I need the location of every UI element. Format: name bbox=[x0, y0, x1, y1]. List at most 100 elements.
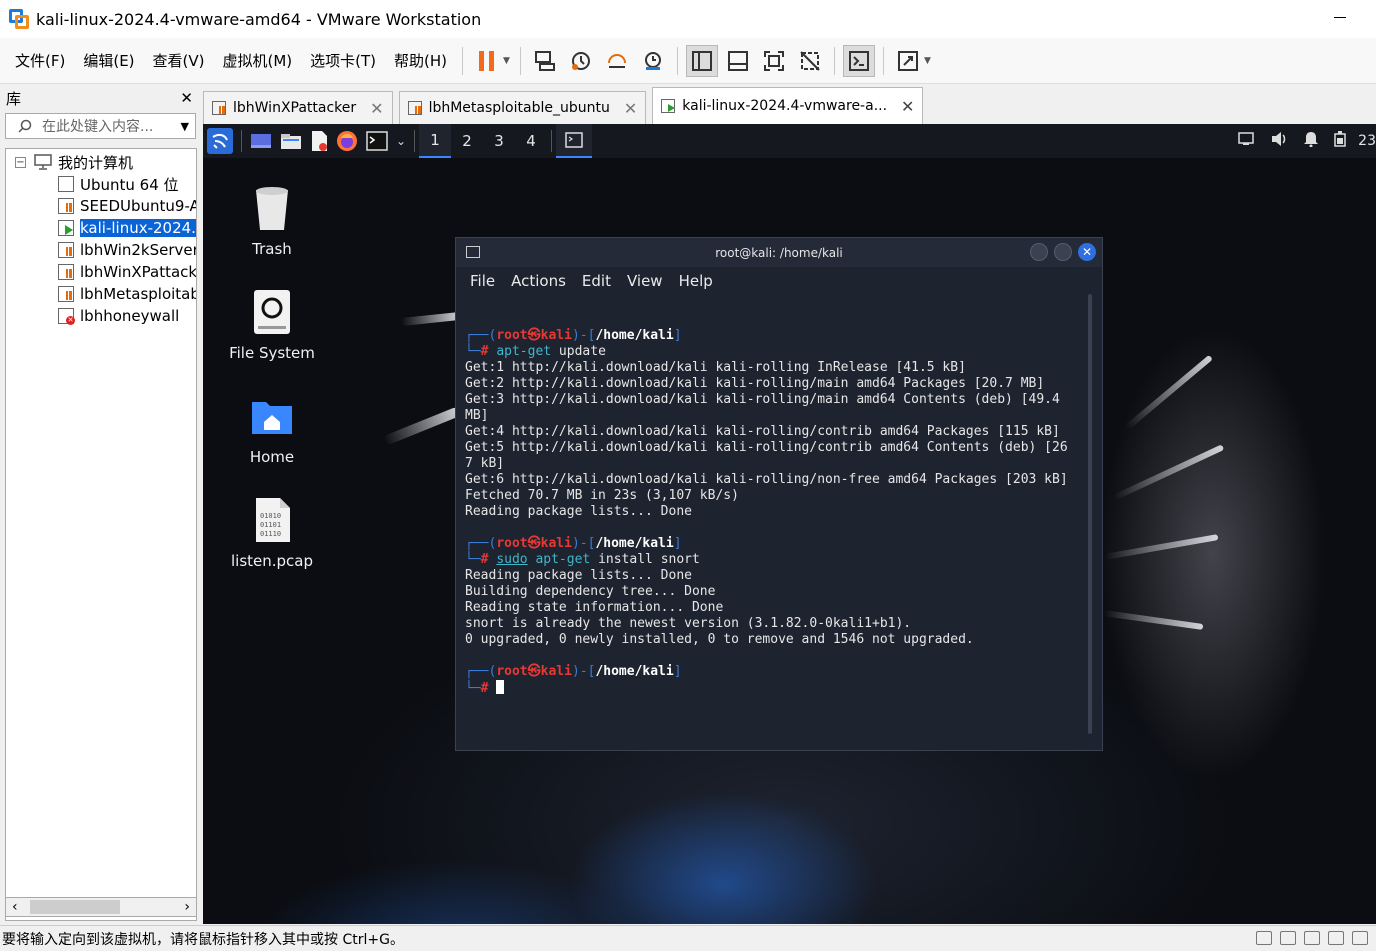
collapse-icon[interactable]: − bbox=[15, 156, 26, 168]
scroll-right-icon[interactable]: › bbox=[184, 899, 190, 915]
library-tree: − 我的计算机 Ubuntu 64 位 SEEDUbuntu9-A kali-l… bbox=[5, 148, 197, 921]
desktop-icon-file-system[interactable]: File System bbox=[217, 288, 327, 362]
search-icon bbox=[18, 119, 32, 133]
kali-menu-icon[interactable] bbox=[207, 128, 233, 154]
firefox-icon[interactable] bbox=[336, 128, 358, 154]
console-view-icon[interactable] bbox=[842, 44, 875, 77]
unity-icon[interactable] bbox=[794, 45, 826, 77]
tree-root-my-computer[interactable]: − 我的计算机 bbox=[6, 151, 196, 173]
vm-item-metasploitable[interactable]: lbhMetasploitab bbox=[58, 283, 196, 305]
minimize-window-button[interactable] bbox=[1030, 243, 1048, 261]
library-search-input[interactable]: 在此处键入内容... ▼ bbox=[5, 113, 196, 139]
snapshot-icon[interactable] bbox=[565, 45, 597, 77]
terminal-title-bar[interactable]: root@kali: /home/kali ✕ bbox=[456, 238, 1102, 267]
menu-edit[interactable]: 编辑(E) bbox=[74, 50, 143, 71]
vm-item-winxpattack[interactable]: lbhWinXPattack bbox=[58, 261, 196, 283]
library-view-icon[interactable] bbox=[685, 44, 718, 77]
autofit-icon[interactable] bbox=[892, 45, 924, 77]
prompt-host: kali bbox=[540, 328, 572, 343]
vm-suspended-icon bbox=[58, 198, 74, 214]
tab-kali-linux[interactable]: kali-linux-2024.4-vmware-a... ✕ bbox=[652, 87, 924, 124]
clock[interactable]: 23 bbox=[1358, 133, 1376, 149]
close-tab-icon[interactable]: ✕ bbox=[624, 99, 637, 118]
network-adapter-icon[interactable] bbox=[1280, 931, 1296, 945]
network-icon[interactable] bbox=[1238, 132, 1254, 150]
tab-lbhmetasploitable[interactable]: lbhMetasploitable_ubuntu ✕ bbox=[398, 91, 647, 124]
close-library-icon[interactable]: ✕ bbox=[180, 89, 193, 107]
wallpaper-shape bbox=[1112, 444, 1225, 501]
maximize-window-button[interactable] bbox=[1054, 243, 1072, 261]
desktop-icon-label: Trash bbox=[252, 240, 292, 258]
output-line: Get:3 http://kali.download/kali kali-rol… bbox=[465, 392, 1060, 407]
menu-help[interactable]: 帮助(H) bbox=[385, 50, 456, 71]
notification-bell-icon[interactable] bbox=[1304, 131, 1319, 151]
workspace-4[interactable]: 4 bbox=[515, 124, 547, 158]
fullscreen-icon[interactable] bbox=[758, 45, 790, 77]
thumbnail-view-icon[interactable] bbox=[722, 45, 754, 77]
desktop-icon-trash[interactable]: Trash bbox=[217, 184, 327, 258]
svg-text:01101: 01101 bbox=[260, 521, 281, 529]
scrollbar-thumb[interactable] bbox=[30, 900, 120, 914]
send-keys-icon[interactable] bbox=[529, 45, 561, 77]
volume-icon[interactable] bbox=[1270, 131, 1288, 151]
terminal-output[interactable]: ┌──(root㉿kali)-[/home/kali] └─# apt-get … bbox=[465, 312, 1085, 713]
file-manager-icon[interactable] bbox=[280, 128, 302, 154]
vm-item-kali[interactable]: kali-linux-2024.4 bbox=[58, 217, 196, 239]
minimize-button[interactable] bbox=[1334, 17, 1346, 18]
guest-screen[interactable]: ⌄ 1 2 3 4 23 Trash File System Home 0101… bbox=[203, 124, 1376, 924]
autofit-dropdown-icon[interactable]: ▼ bbox=[924, 56, 931, 66]
sound-icon[interactable] bbox=[1328, 931, 1344, 945]
close-tab-icon[interactable]: ✕ bbox=[370, 99, 383, 118]
pause-icon[interactable] bbox=[471, 45, 503, 77]
vm-item-honeywall[interactable]: ✕ lbhhoneywall bbox=[58, 305, 196, 327]
menu-file[interactable]: 文件(F) bbox=[6, 50, 74, 71]
snapshot-manager-icon[interactable] bbox=[637, 45, 669, 77]
terminal-menu-actions[interactable]: Actions bbox=[511, 272, 566, 290]
close-tab-icon[interactable]: ✕ bbox=[901, 97, 914, 116]
workspace-2[interactable]: 2 bbox=[451, 124, 483, 158]
terminal-scrollbar[interactable] bbox=[1088, 294, 1092, 734]
terminal-icon bbox=[466, 246, 480, 258]
hard-disk-icon[interactable] bbox=[1256, 931, 1272, 945]
terminal-dropdown-icon[interactable]: ⌄ bbox=[396, 134, 406, 148]
prompt-path: /home/kali bbox=[595, 328, 674, 343]
menu-view[interactable]: 查看(V) bbox=[144, 50, 214, 71]
vm-item-ubuntu[interactable]: Ubuntu 64 位 bbox=[58, 173, 196, 195]
terminal-menu-file[interactable]: File bbox=[470, 272, 495, 290]
text-editor-icon[interactable] bbox=[310, 128, 328, 154]
menu-tabs[interactable]: 选项卡(T) bbox=[301, 50, 385, 71]
workspace-1[interactable]: 1 bbox=[419, 124, 452, 158]
vm-item-seedubuntu[interactable]: SEEDUbuntu9-A bbox=[58, 195, 196, 217]
pause-dropdown-icon[interactable]: ▼ bbox=[503, 56, 510, 66]
taskbar-terminal-window[interactable] bbox=[556, 124, 593, 158]
battery-icon[interactable] bbox=[1334, 131, 1346, 151]
vm-item-win2kserver[interactable]: lbhWin2kServer bbox=[58, 239, 196, 261]
library-horizontal-scrollbar[interactable]: ‹ › bbox=[5, 897, 197, 917]
close-window-button[interactable]: ✕ bbox=[1078, 243, 1096, 261]
title-bar: kali-linux-2024.4-vmware-amd64 - VMware … bbox=[0, 0, 1376, 38]
terminal-menu-edit[interactable]: Edit bbox=[582, 272, 611, 290]
terminal-menu-view[interactable]: View bbox=[627, 272, 663, 290]
wallpaper-shape bbox=[1124, 354, 1213, 431]
usb-icon[interactable] bbox=[1304, 931, 1320, 945]
revert-snapshot-icon[interactable] bbox=[601, 45, 633, 77]
status-bar: 要将输入定向到该虚拟机，请将鼠标指针移入其中或按 Ctrl+G。 bbox=[0, 925, 1376, 951]
menu-vm[interactable]: 虚拟机(M) bbox=[214, 50, 302, 71]
tree-root-label: 我的计算机 bbox=[58, 153, 134, 172]
display-icon[interactable] bbox=[1352, 931, 1368, 945]
desktop-icon-listen-pcap[interactable]: 01010 01101 01110 listen.pcap bbox=[217, 496, 327, 570]
scroll-left-icon[interactable]: ‹ bbox=[12, 899, 18, 915]
output-line: Get:5 http://kali.download/kali kali-rol… bbox=[465, 440, 1068, 455]
terminal-window[interactable]: root@kali: /home/kali ✕ File Actions Edi… bbox=[455, 237, 1103, 751]
desktop-icon-home[interactable]: Home bbox=[217, 392, 327, 466]
terminal-title: root@kali: /home/kali bbox=[715, 245, 843, 260]
show-desktop-icon[interactable] bbox=[250, 128, 272, 154]
workspace-3[interactable]: 3 bbox=[483, 124, 515, 158]
window-title: kali-linux-2024.4-vmware-amd64 - VMware … bbox=[36, 9, 482, 29]
tab-lbhwinxpattacker[interactable]: lbhWinXPattacker ✕ bbox=[203, 91, 393, 124]
terminal-menu-help[interactable]: Help bbox=[679, 272, 713, 290]
search-dropdown-icon[interactable]: ▼ bbox=[181, 120, 189, 133]
tab-label: lbhMetasploitable_ubuntu bbox=[428, 100, 610, 116]
output-line: Reading package lists... Done bbox=[465, 504, 692, 519]
terminal-launcher-icon[interactable] bbox=[366, 128, 388, 154]
